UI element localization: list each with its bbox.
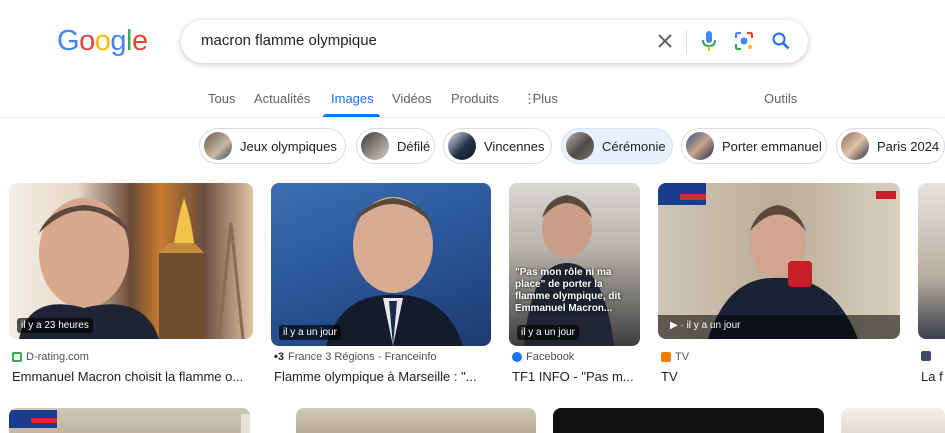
- chip-thumbnail: [361, 132, 389, 160]
- source-label: France 3 Régions - Franceinfo: [287, 351, 437, 363]
- chip-thumbnail: [841, 132, 869, 160]
- site-favicon: [921, 351, 931, 361]
- search-input[interactable]: macron flamme olympique: [201, 32, 377, 49]
- logo-letter: G: [57, 25, 80, 57]
- chip-label: Paris 2024: [877, 138, 940, 154]
- result-source[interactable]: Facebook: [512, 351, 574, 363]
- image-result[interactable]: [296, 408, 536, 433]
- chip-label: Défilé: [397, 138, 431, 154]
- france3-favicon: •3: [274, 351, 284, 363]
- tv-favicon: [661, 352, 671, 362]
- search-tabs: Tous Actualités Images Vidéos Produits ⋮…: [0, 88, 945, 118]
- chip-label: Porter emmanuel: [722, 138, 822, 154]
- filter-chips: Jeux olympiques Défilé Vincennes Cérémon…: [0, 128, 945, 164]
- search-box[interactable]: macron flamme olympique: [181, 20, 808, 63]
- source-label: TV: [675, 351, 690, 363]
- result-timestamp: il y a un jour: [517, 325, 579, 340]
- result-image[interactable]: "Pas mon rôle ni ma place" de porter la …: [509, 183, 640, 346]
- chip-label: Vincennes: [484, 138, 545, 154]
- chip-ceremonie[interactable]: Cérémonie: [561, 128, 673, 164]
- image-result[interactable]: [841, 408, 945, 433]
- facebook-favicon: [512, 352, 522, 362]
- tab-images[interactable]: Images: [331, 91, 374, 106]
- time-label: il y a un jour: [686, 320, 741, 331]
- chip-jeux-olympiques[interactable]: Jeux olympiques: [199, 128, 346, 164]
- result-source[interactable]: D-rating.com: [12, 351, 89, 363]
- source-label: Facebook: [526, 351, 575, 363]
- result-image[interactable]: [918, 183, 945, 339]
- result-timestamp: ▶ · il y a un jour: [666, 318, 745, 333]
- logo-letter: g: [110, 25, 126, 57]
- chip-label: Cérémonie: [602, 138, 666, 154]
- image-result[interactable]: [553, 408, 824, 433]
- image-overlay-caption: "Pas mon rôle ni ma place" de porter la …: [515, 267, 621, 314]
- chip-defile[interactable]: Défilé: [356, 128, 435, 164]
- result-image[interactable]: ▶ · il y a un jour: [658, 183, 900, 339]
- chip-label: Jeux olympiques: [240, 138, 337, 154]
- result-title[interactable]: Flamme olympique à Marseille : "...: [274, 369, 477, 384]
- tab-plus-label: Plus: [532, 91, 558, 106]
- result-timestamp: il y a 23 heures: [17, 318, 93, 333]
- result-timestamp: il y a un jour: [279, 325, 341, 340]
- tab-videos[interactable]: Vidéos: [392, 91, 432, 106]
- result-image[interactable]: il y a 23 heures: [9, 183, 253, 339]
- result-source[interactable]: •3 France 3 Régions - Franceinfo: [274, 351, 437, 363]
- d-rating-favicon: [12, 352, 22, 362]
- close-icon[interactable]: [653, 29, 677, 53]
- result-title[interactable]: Emmanuel Macron choisit la flamme o...: [12, 369, 243, 384]
- google-logo[interactable]: Google: [57, 25, 148, 58]
- divider: [686, 30, 687, 54]
- search-icon[interactable]: [769, 29, 793, 53]
- result-source[interactable]: [921, 351, 931, 361]
- more-vert-icon: ⋮: [523, 91, 536, 106]
- play-icon: ▶ ·: [670, 320, 687, 331]
- tab-actualites[interactable]: Actualités: [254, 91, 310, 106]
- tab-tous[interactable]: Tous: [208, 91, 235, 106]
- chip-thumbnail: [448, 132, 476, 160]
- chip-porter-emmanuel[interactable]: Porter emmanuel: [681, 128, 827, 164]
- active-tab-indicator: [323, 114, 380, 117]
- image-result[interactable]: [9, 408, 250, 433]
- lens-icon[interactable]: [732, 29, 756, 53]
- result-title[interactable]: La f: [921, 369, 943, 384]
- logo-letter: o: [79, 25, 95, 57]
- tab-produits[interactable]: Produits: [451, 91, 499, 106]
- result-title[interactable]: TF1 INFO - "Pas m...: [512, 369, 634, 384]
- chip-thumbnail: [686, 132, 714, 160]
- chip-vincennes[interactable]: Vincennes: [443, 128, 552, 164]
- mic-icon[interactable]: [697, 29, 721, 53]
- chip-thumbnail: [566, 132, 594, 160]
- logo-letter: o: [94, 25, 111, 57]
- result-title[interactable]: TV: [661, 369, 678, 384]
- chip-paris-2024[interactable]: Paris 2024: [836, 128, 945, 164]
- chip-thumbnail: [204, 132, 232, 160]
- source-label: D-rating.com: [26, 351, 89, 363]
- tools-button[interactable]: Outils: [764, 91, 797, 106]
- tab-plus[interactable]: ⋮ Plus: [523, 91, 558, 107]
- result-image[interactable]: il y a un jour: [271, 183, 491, 346]
- logo-letter: e: [131, 25, 148, 57]
- result-source[interactable]: TV: [661, 351, 689, 363]
